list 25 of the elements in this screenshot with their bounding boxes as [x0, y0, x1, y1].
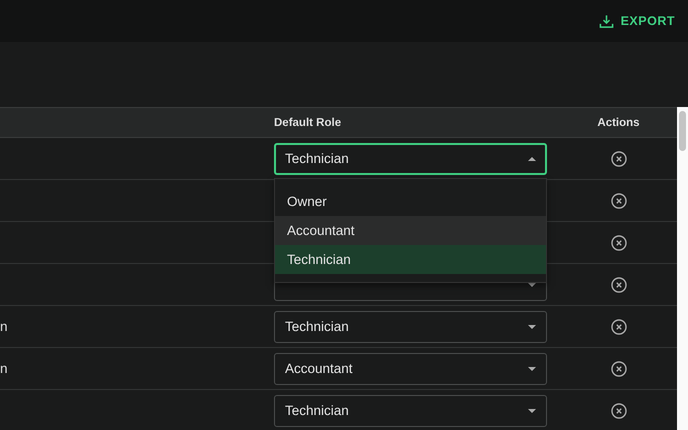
caret-icon: [528, 408, 536, 412]
column-header: Actions: [597, 116, 640, 128]
scrollbar[interactable]: [677, 107, 688, 430]
role-dropdown[interactable]: Accountant: [274, 352, 547, 384]
user-name: n: [0, 360, 8, 378]
export-button[interactable]: EXPORT: [598, 10, 675, 32]
role-dropdown[interactable]: Technician: [274, 142, 547, 174]
menu-option[interactable]: Accountant: [275, 216, 546, 245]
remove-icon[interactable]: [610, 192, 626, 208]
menu-option[interactable]: Technician: [275, 245, 546, 274]
remove-icon[interactable]: [610, 276, 626, 292]
caret-icon: [528, 324, 536, 328]
user-name: n: [0, 318, 8, 336]
role-dropdown[interactable]: Technician: [274, 394, 547, 426]
remove-icon[interactable]: [610, 360, 626, 376]
caret-icon: [528, 366, 536, 370]
remove-icon[interactable]: [610, 150, 626, 166]
menu-option[interactable]: Owner: [275, 187, 546, 216]
download-icon: [598, 14, 614, 28]
column-header: Default Role: [273, 116, 342, 128]
role-dropdown[interactable]: Technician: [274, 310, 547, 342]
caret-icon: [528, 156, 536, 160]
remove-icon[interactable]: [610, 402, 626, 418]
remove-icon[interactable]: [610, 234, 626, 250]
remove-icon[interactable]: [610, 318, 626, 334]
